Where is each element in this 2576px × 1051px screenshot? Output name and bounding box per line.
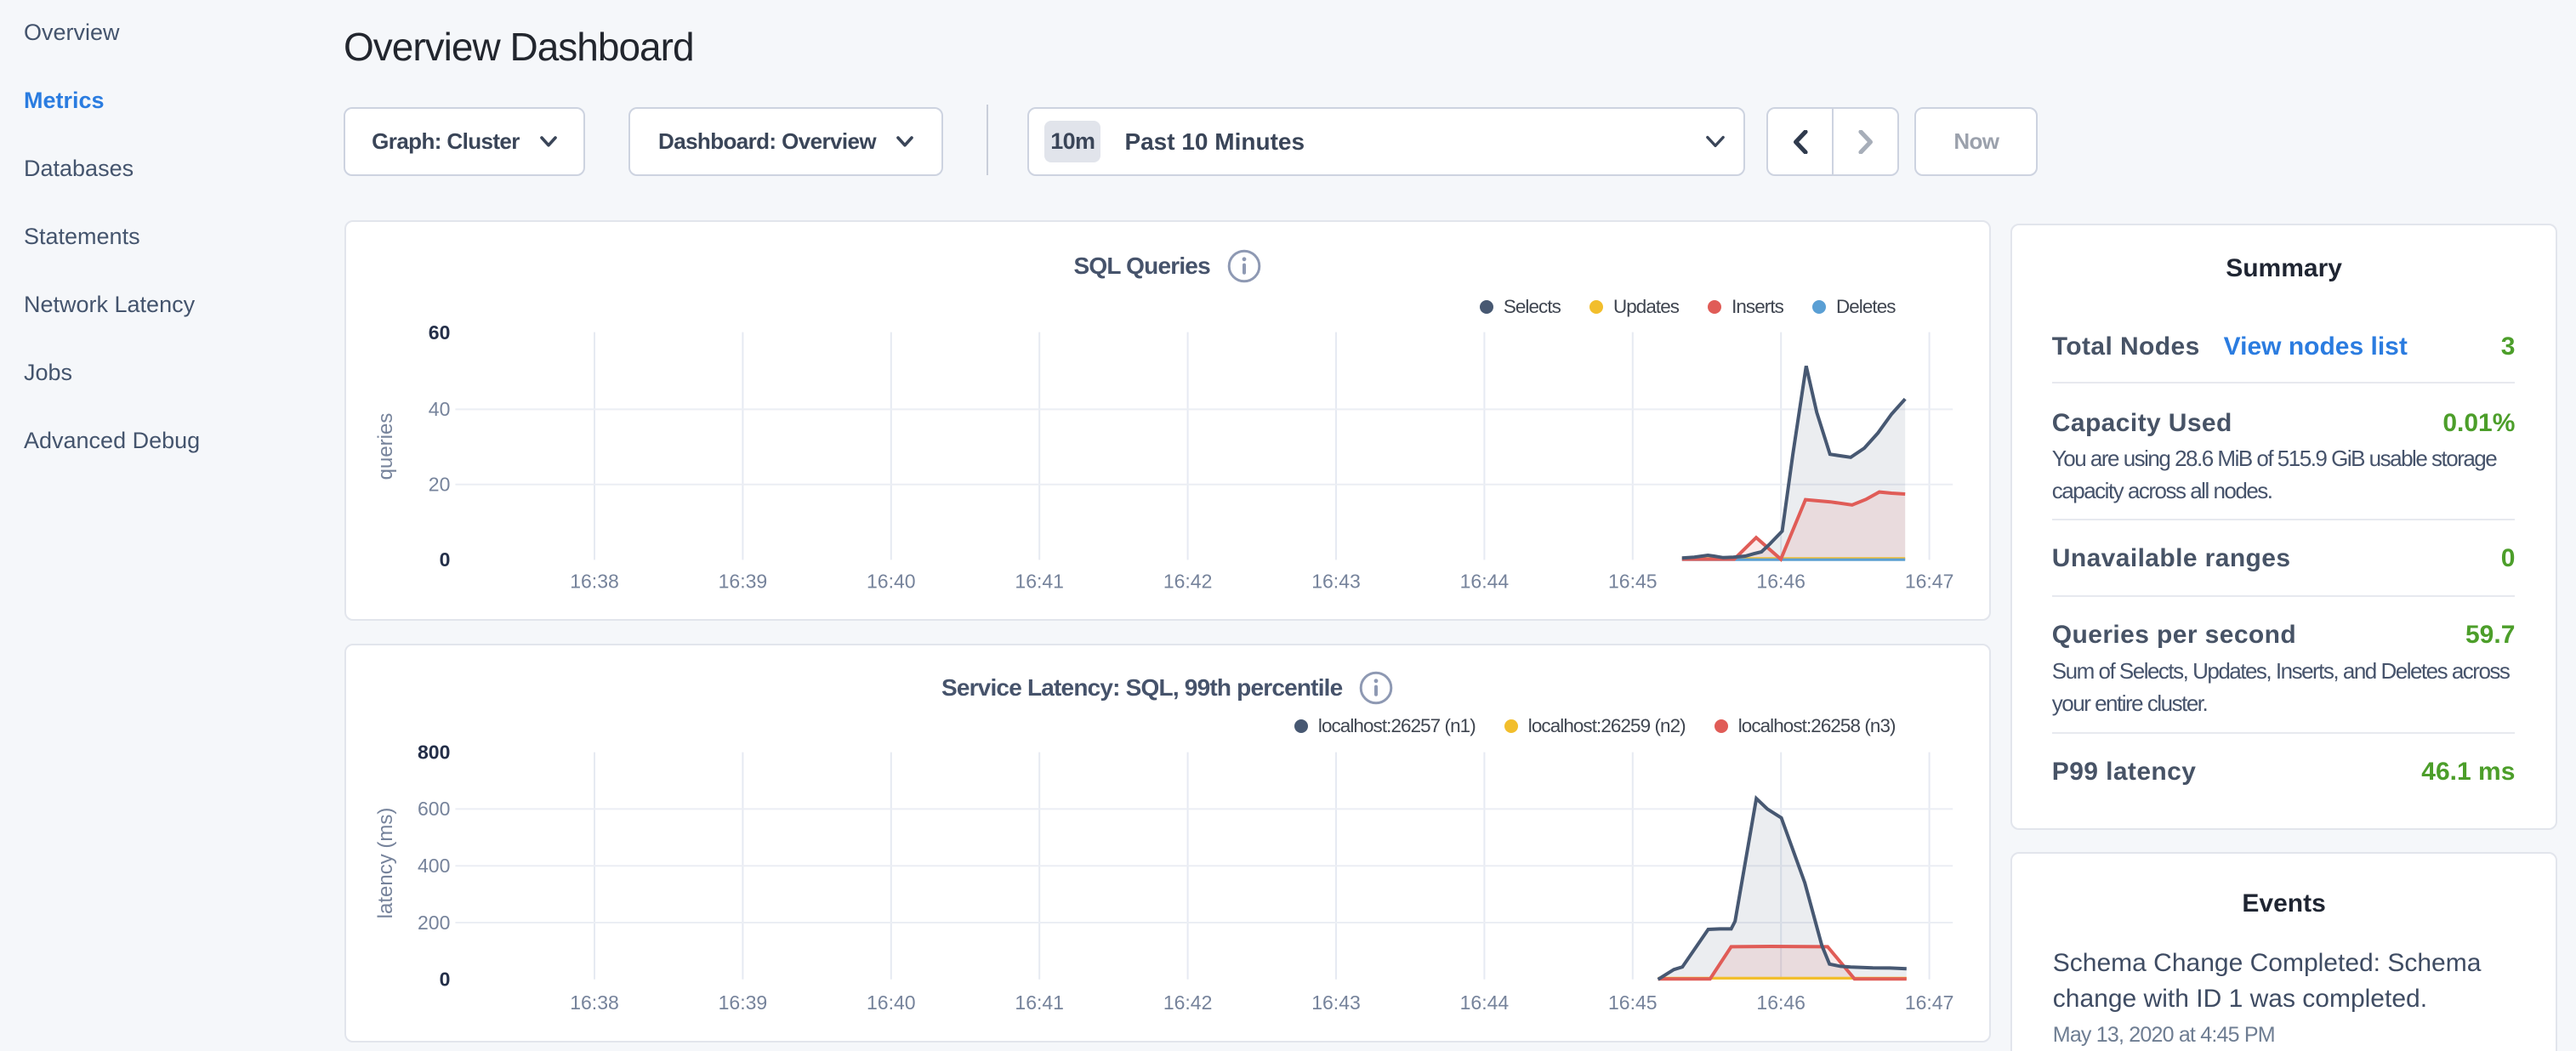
svg-text:16:40: 16:40 [867,570,916,592]
svg-text:16:41: 16:41 [1015,991,1064,1014]
svg-text:200: 200 [418,912,450,934]
svg-text:16:40: 16:40 [867,991,916,1014]
svg-text:16:46: 16:46 [1756,991,1805,1014]
svg-text:16:42: 16:42 [1163,570,1213,592]
svg-text:16:45: 16:45 [1608,570,1658,592]
svg-text:16:42: 16:42 [1163,991,1213,1014]
svg-text:16:44: 16:44 [1459,570,1509,592]
svg-text:16:43: 16:43 [1311,570,1361,592]
svg-text:16:47: 16:47 [1905,991,1954,1014]
svg-text:queries: queries [374,412,397,480]
svg-text:400: 400 [418,855,450,877]
svg-text:600: 600 [418,798,450,820]
svg-text:16:43: 16:43 [1311,991,1361,1014]
svg-text:16:45: 16:45 [1608,991,1658,1014]
svg-text:16:39: 16:39 [718,570,767,592]
svg-text:16:39: 16:39 [718,991,767,1014]
svg-text:0: 0 [439,968,450,990]
svg-text:60: 60 [429,321,451,344]
svg-text:16:38: 16:38 [570,570,619,592]
svg-text:0: 0 [439,548,450,571]
svg-text:16:38: 16:38 [570,991,619,1014]
svg-text:16:46: 16:46 [1756,570,1805,592]
svg-text:latency (ms): latency (ms) [374,807,397,918]
svg-text:16:41: 16:41 [1015,570,1064,592]
svg-text:16:44: 16:44 [1459,991,1509,1014]
svg-text:40: 40 [429,398,451,420]
svg-text:20: 20 [429,473,451,495]
svg-text:800: 800 [418,741,450,763]
svg-text:16:47: 16:47 [1905,570,1954,592]
